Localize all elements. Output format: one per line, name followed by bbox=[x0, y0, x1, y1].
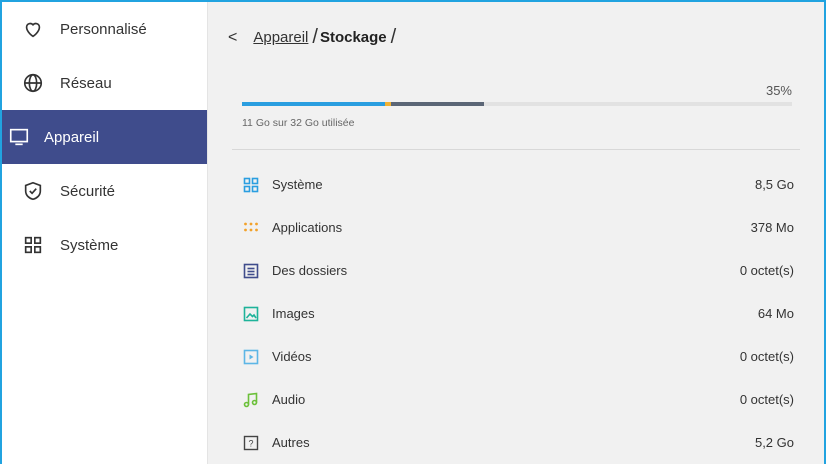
sidebar-item-appareil[interactable]: Appareil bbox=[2, 110, 207, 164]
shield-check-icon bbox=[22, 180, 44, 202]
storage-usage-text: 11 Go sur 32 Go utilisée bbox=[242, 117, 355, 129]
sidebar-item-label: Appareil bbox=[44, 128, 100, 146]
grid-icon bbox=[242, 176, 260, 194]
sidebar-item-label: Sécurité bbox=[60, 182, 116, 200]
sidebar-item-label: Personnalisé bbox=[60, 20, 147, 38]
settings-window: Personnalisé Réseau Appareil Sécurité Sy… bbox=[0, 0, 826, 464]
breadcrumb-separator: / bbox=[312, 26, 318, 48]
music-icon bbox=[242, 391, 260, 409]
category-value: 0 octet(s) bbox=[739, 263, 794, 278]
category-value: 378 Mo bbox=[750, 220, 794, 235]
storage-bar-segment bbox=[242, 102, 385, 106]
category-row-audio[interactable]: Audio 0 octet(s) bbox=[242, 378, 794, 421]
grid-icon bbox=[22, 234, 44, 256]
heart-icon bbox=[22, 18, 44, 40]
sidebar-item-personnalise[interactable]: Personnalisé bbox=[2, 2, 207, 56]
category-row-dossiers[interactable]: Des dossiers 0 octet(s) bbox=[242, 249, 794, 292]
sidebar-item-reseau[interactable]: Réseau bbox=[2, 56, 207, 110]
category-value: 8,5 Go bbox=[754, 177, 794, 192]
category-label: Des dossiers bbox=[272, 263, 348, 278]
sidebar-item-label: Système bbox=[60, 236, 119, 254]
category-label: Système bbox=[272, 177, 323, 192]
category-row-autres[interactable]: ? Autres 5,2 Go bbox=[242, 421, 794, 464]
main-panel: < Appareil / Stockage / 35% 11 Go sur 32… bbox=[208, 2, 824, 464]
category-value: 5,2 Go bbox=[754, 435, 794, 450]
apps-dots-icon bbox=[242, 219, 260, 237]
category-label: Audio bbox=[272, 392, 306, 407]
sidebar-item-systeme[interactable]: Système bbox=[2, 218, 207, 272]
breadcrumb: < Appareil / Stockage / bbox=[228, 26, 398, 49]
category-row-videos[interactable]: Vidéos 0 octet(s) bbox=[242, 335, 794, 378]
storage-usage-bar bbox=[242, 102, 792, 106]
video-icon bbox=[242, 348, 260, 366]
category-row-images[interactable]: Images 64 Mo bbox=[242, 292, 794, 335]
divider bbox=[232, 149, 800, 150]
category-label: Applications bbox=[272, 220, 343, 235]
sidebar-item-securite[interactable]: Sécurité bbox=[2, 164, 207, 218]
storage-category-list: Système 8,5 Go Applications 378 Mo Des d… bbox=[242, 163, 794, 464]
breadcrumb-trailing-separator: / bbox=[390, 26, 397, 48]
category-row-applications[interactable]: Applications 378 Mo bbox=[242, 206, 794, 249]
document-icon bbox=[242, 262, 260, 280]
breadcrumb-current: Stockage bbox=[319, 29, 387, 46]
globe-icon bbox=[22, 72, 44, 94]
breadcrumb-parent-link[interactable]: Appareil bbox=[253, 29, 308, 46]
sidebar: Personnalisé Réseau Appareil Sécurité Sy… bbox=[2, 2, 208, 464]
monitor-icon bbox=[8, 126, 30, 148]
question-icon: ? bbox=[242, 434, 260, 452]
svg-text:?: ? bbox=[248, 438, 253, 448]
image-icon bbox=[242, 305, 260, 323]
category-value: 64 Mo bbox=[757, 306, 794, 321]
back-button[interactable]: < bbox=[228, 29, 237, 47]
storage-bar-segment bbox=[390, 102, 484, 106]
storage-percent-label: 35% bbox=[765, 83, 792, 98]
category-label: Images bbox=[272, 306, 315, 321]
category-value: 0 octet(s) bbox=[739, 349, 794, 364]
category-row-systeme[interactable]: Système 8,5 Go bbox=[242, 163, 794, 206]
category-value: 0 octet(s) bbox=[739, 392, 794, 407]
sidebar-item-label: Réseau bbox=[60, 74, 112, 92]
category-label: Autres bbox=[272, 435, 310, 450]
category-label: Vidéos bbox=[272, 349, 312, 364]
